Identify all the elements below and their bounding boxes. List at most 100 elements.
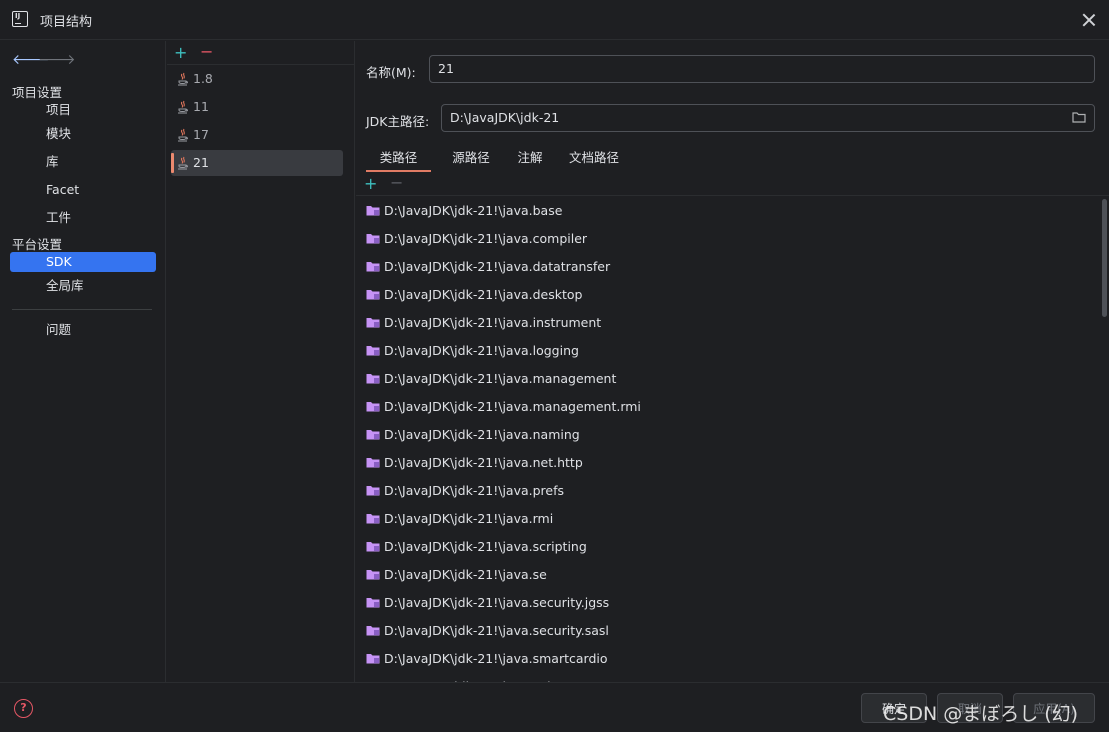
library-folder-icon xyxy=(366,402,380,412)
platform-settings-header: 平台设置 xyxy=(12,237,63,252)
classpath-path: D:\JavaJDK\jdk-21!\java.desktop xyxy=(384,287,583,302)
classpath-row[interactable]: D:\JavaJDK\jdk-21!\java.rmi xyxy=(356,505,1096,533)
library-folder-icon xyxy=(366,234,380,244)
sdk-item[interactable]: 1.8 xyxy=(171,66,343,92)
remove-classpath-icon[interactable]: − xyxy=(390,173,403,192)
classpath-row[interactable]: D:\JavaJDK\jdk-21!\java.scripting xyxy=(356,533,1096,561)
classpath-row[interactable]: D:\JavaJDK\jdk-21!\java.naming xyxy=(356,421,1096,449)
jdk-home-path-field[interactable]: D:\JavaJDK\jdk-21 xyxy=(441,104,1095,132)
classpath-row[interactable]: D:\JavaJDK\jdk-21!\java.net.http xyxy=(356,449,1096,477)
library-folder-icon xyxy=(366,430,380,440)
library-folder-icon xyxy=(366,262,380,272)
library-folder-icon xyxy=(366,346,380,356)
library-folder-icon xyxy=(366,626,380,636)
sdk-toolbar: + − xyxy=(167,41,355,65)
sdk-item[interactable]: 21 xyxy=(171,150,343,176)
classpath-row[interactable]: D:\JavaJDK\jdk-21!\java.security.sasl xyxy=(356,617,1096,645)
jdk-home-label: JDK主路径: xyxy=(366,114,430,129)
classpath-row[interactable]: D:\JavaJDK\jdk-21!\java.datatransfer xyxy=(356,253,1096,281)
sdk-item-label: 11 xyxy=(193,99,209,114)
add-sdk-icon[interactable]: + xyxy=(174,43,187,62)
classpath-path: D:\JavaJDK\jdk-21!\java.management xyxy=(384,371,617,386)
nav-divider xyxy=(12,309,152,310)
csdn-watermark: CSDN @まぼろし (幻) xyxy=(883,703,1079,725)
classpath-row[interactable]: D:\JavaJDK\jdk-21!\java.base xyxy=(356,197,1096,225)
sdk-item[interactable]: 11 xyxy=(171,94,343,120)
classpath-path: D:\JavaJDK\jdk-21!\java.se xyxy=(384,567,547,582)
classpath-row[interactable]: D:\JavaJDK\jdk-21!\java.se xyxy=(356,561,1096,589)
tab-annotations[interactable]: 注解 xyxy=(506,144,554,172)
classpath-row[interactable]: D:\JavaJDK\jdk-21!\java.management.rmi xyxy=(356,393,1096,421)
classpath-row[interactable]: D:\JavaJDK\jdk-21!\java.desktop xyxy=(356,281,1096,309)
classpath-path: D:\JavaJDK\jdk-21!\java.compiler xyxy=(384,231,588,246)
classpath-path: D:\JavaJDK\jdk-21!\java.instrument xyxy=(384,315,602,330)
library-folder-icon xyxy=(366,206,380,216)
nav-item-modules[interactable]: 模块 xyxy=(10,124,156,144)
library-folder-icon xyxy=(366,374,380,384)
java-cup-icon xyxy=(178,100,188,114)
name-label: 名称(M): xyxy=(366,65,416,80)
browse-folder-icon[interactable] xyxy=(1072,111,1086,123)
dialog-footer: ? 确定 取消 应用(A) CSDN @まぼろし (幻) xyxy=(0,682,1109,732)
library-folder-icon xyxy=(366,542,380,552)
tab-documentation-paths[interactable]: 文档路径 xyxy=(558,144,630,172)
sdk-detail-pane: 名称(M): 21 JDK主路径: D:\JavaJDK\jdk-21 类路径 … xyxy=(356,41,1109,682)
project-settings-header: 项目设置 xyxy=(12,85,63,100)
nav-item-project[interactable]: 项目 xyxy=(10,100,156,120)
classpath-list[interactable]: D:\JavaJDK\jdk-21!\java.base D:\JavaJDK\j… xyxy=(356,197,1102,682)
classpath-path: D:\JavaJDK\jdk-21!\java.datatransfer xyxy=(384,259,611,274)
sdk-item-label: 1.8 xyxy=(193,71,213,86)
java-cup-icon xyxy=(178,128,188,142)
library-folder-icon xyxy=(366,514,380,524)
nav-item-artifacts[interactable]: 工件 xyxy=(10,208,156,228)
intellij-logo-icon: IJ xyxy=(12,11,28,27)
classpath-path: D:\JavaJDK\jdk-21!\java.security.jgss xyxy=(384,595,610,610)
sdk-item-label: 17 xyxy=(193,127,209,142)
settings-nav: 🡐 🡒 项目设置 项目 模块 库 Facet 工件 平台设置 SDK 全局库 问… xyxy=(0,41,166,682)
classpath-row[interactable]: D:\JavaJDK\jdk-21!\java.sql xyxy=(356,673,1096,682)
classpath-toolbar: + − xyxy=(356,172,1109,196)
classpath-path: D:\JavaJDK\jdk-21!\java.prefs xyxy=(384,483,565,498)
tab-sourcepath[interactable]: 源路径 xyxy=(438,144,504,172)
sdk-item[interactable]: 17 xyxy=(171,122,343,148)
classpath-path: D:\JavaJDK\jdk-21!\java.management.rmi xyxy=(384,399,641,414)
tab-classpath[interactable]: 类路径 xyxy=(366,144,431,172)
nav-item-facets[interactable]: Facet xyxy=(10,180,156,200)
classpath-row[interactable]: D:\JavaJDK\jdk-21!\java.instrument xyxy=(356,309,1096,337)
classpath-path: D:\JavaJDK\jdk-21!\java.net.http xyxy=(384,455,583,470)
classpath-row[interactable]: D:\JavaJDK\jdk-21!\java.smartcardio xyxy=(356,645,1096,673)
classpath-row[interactable]: D:\JavaJDK\jdk-21!\java.security.jgss xyxy=(356,589,1096,617)
classpath-path: D:\JavaJDK\jdk-21!\java.base xyxy=(384,203,563,218)
sdk-item-label: 21 xyxy=(193,155,209,170)
classpath-row[interactable]: D:\JavaJDK\jdk-21!\java.prefs xyxy=(356,477,1096,505)
sdk-list-pane: + − 1.8 11 17 21 xyxy=(167,41,355,682)
remove-sdk-icon[interactable]: − xyxy=(200,42,213,61)
classpath-path: D:\JavaJDK\jdk-21!\java.security.sasl xyxy=(384,623,609,638)
close-icon[interactable] xyxy=(1079,10,1099,30)
forward-arrow-icon[interactable]: 🡒 xyxy=(38,51,76,68)
library-folder-icon xyxy=(366,458,380,468)
help-icon[interactable]: ? xyxy=(14,699,33,718)
classpath-row[interactable]: D:\JavaJDK\jdk-21!\java.logging xyxy=(356,337,1096,365)
classpath-row[interactable]: D:\JavaJDK\jdk-21!\java.compiler xyxy=(356,225,1096,253)
title-bar: IJ 项目结构 xyxy=(0,0,1109,40)
nav-item-libraries[interactable]: 库 xyxy=(10,152,156,172)
library-folder-icon xyxy=(366,290,380,300)
window-title: 项目结构 xyxy=(40,15,93,30)
library-folder-icon xyxy=(366,570,380,580)
classpath-path: D:\JavaJDK\jdk-21!\java.logging xyxy=(384,343,579,358)
nav-item-sdk[interactable]: SDK xyxy=(10,252,156,272)
jdk-home-path-value: D:\JavaJDK\jdk-21 xyxy=(450,110,560,125)
library-folder-icon xyxy=(366,654,380,664)
java-cup-icon xyxy=(178,72,188,86)
classpath-path: D:\JavaJDK\jdk-21!\java.smartcardio xyxy=(384,651,608,666)
classpath-path: D:\JavaJDK\jdk-21!\java.scripting xyxy=(384,539,587,554)
sdk-name-field[interactable]: 21 xyxy=(429,55,1095,83)
nav-item-problems[interactable]: 问题 xyxy=(10,320,156,340)
classpath-row[interactable]: D:\JavaJDK\jdk-21!\java.management xyxy=(356,365,1096,393)
add-classpath-icon[interactable]: + xyxy=(364,174,377,193)
library-folder-icon xyxy=(366,318,380,328)
library-folder-icon xyxy=(366,486,380,496)
classpath-scrollbar[interactable] xyxy=(1102,199,1107,317)
nav-item-global-libraries[interactable]: 全局库 xyxy=(10,276,156,296)
